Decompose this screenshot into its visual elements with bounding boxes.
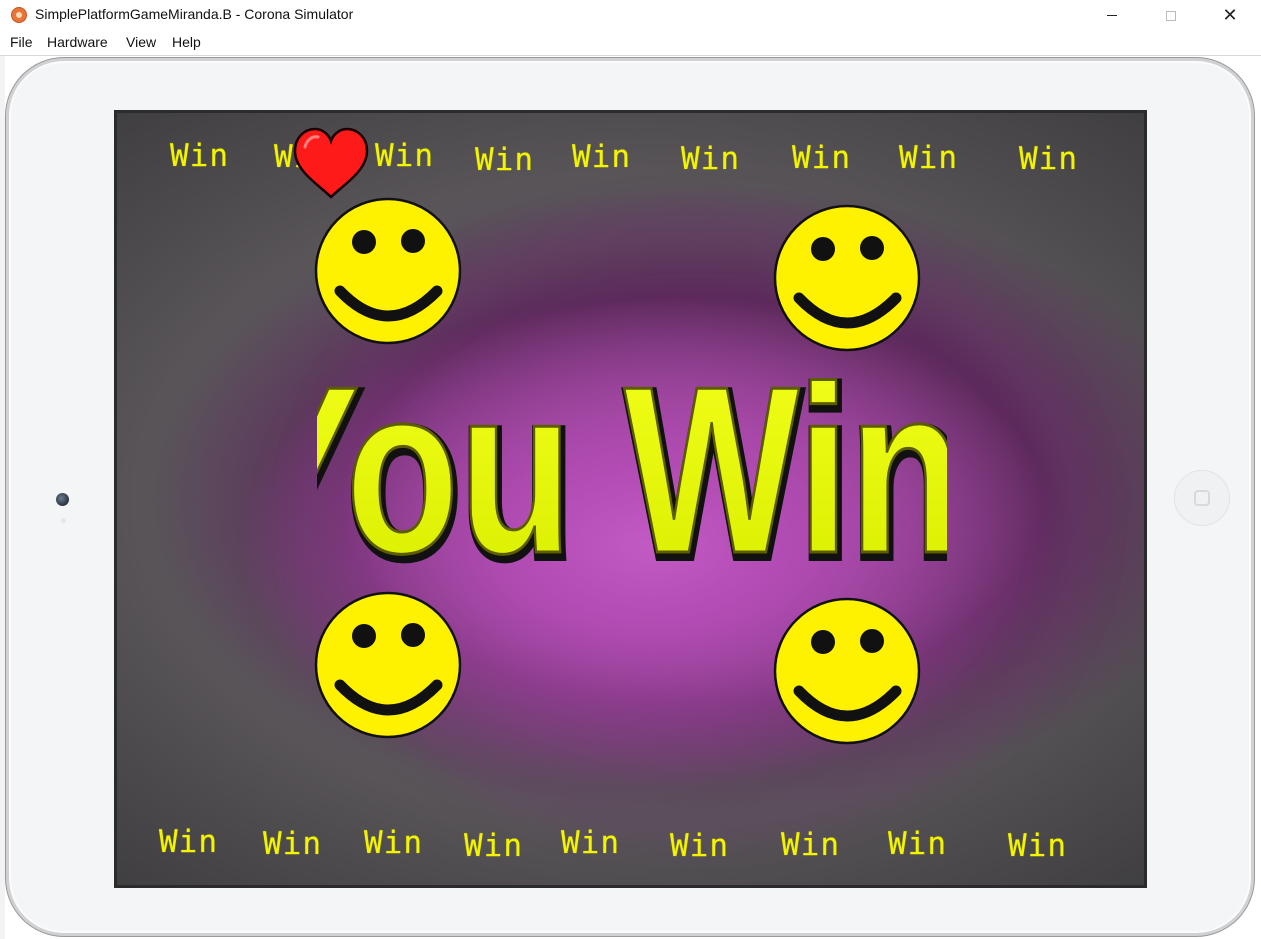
win-text-top-3: Win xyxy=(375,138,434,174)
game-screen[interactable]: Win Win Win Win Win Win Win Win Win xyxy=(114,110,1147,888)
sensor-dot xyxy=(61,518,66,523)
win-text-top-8: Win xyxy=(899,140,958,176)
home-button-icon xyxy=(1194,490,1210,506)
smiley-face-icon xyxy=(773,204,921,352)
minimize-icon xyxy=(1107,15,1117,16)
menu-hardware[interactable]: Hardware xyxy=(47,34,108,50)
win-text-bottom-5: Win xyxy=(561,825,620,861)
window-title: SimplePlatformGameMiranda.B - Corona Sim… xyxy=(35,6,354,22)
win-text-bottom-3: Win xyxy=(364,825,423,861)
smiley-face-icon xyxy=(314,197,462,345)
smiley-face-icon xyxy=(773,597,921,745)
minimize-button[interactable] xyxy=(1089,0,1135,31)
menu-file[interactable]: File xyxy=(10,34,33,50)
win-text-bottom-7: Win xyxy=(781,827,840,863)
win-text-top-6: Win xyxy=(681,141,740,177)
you-win-headline: You Win! You Win! xyxy=(317,368,947,568)
heart-icon xyxy=(293,127,369,199)
title-bar: SimplePlatformGameMiranda.B - Corona Sim… xyxy=(0,0,1261,31)
close-icon: ✕ xyxy=(1222,4,1238,26)
win-text-top-4: Win xyxy=(475,142,534,178)
win-text-top-7: Win xyxy=(792,140,851,176)
win-text-top-5: Win xyxy=(572,139,631,175)
menu-bar: File Hardware View Help xyxy=(0,31,1261,56)
close-button[interactable]: ✕ xyxy=(1207,0,1253,31)
menu-view[interactable]: View xyxy=(126,34,156,50)
win-text-bottom-2: Win xyxy=(263,826,322,862)
win-text-bottom-1: Win xyxy=(159,824,218,860)
home-button[interactable] xyxy=(1174,470,1230,526)
background-window-edge xyxy=(0,56,5,939)
you-win-text: You Win! xyxy=(317,368,947,568)
win-text-bottom-6: Win xyxy=(670,828,729,864)
maximize-button[interactable] xyxy=(1148,0,1194,31)
corona-app-icon xyxy=(11,7,27,23)
win-text-top-1: Win xyxy=(170,138,229,174)
menu-help[interactable]: Help xyxy=(172,34,201,50)
maximize-icon xyxy=(1166,10,1176,21)
win-text-bottom-4: Win xyxy=(464,828,523,864)
smiley-face-icon xyxy=(314,591,462,739)
win-text-bottom-9: Win xyxy=(1008,828,1067,864)
win-text-bottom-8: Win xyxy=(888,826,947,862)
camera-icon xyxy=(56,493,69,506)
win-text-top-9: Win xyxy=(1019,141,1078,177)
